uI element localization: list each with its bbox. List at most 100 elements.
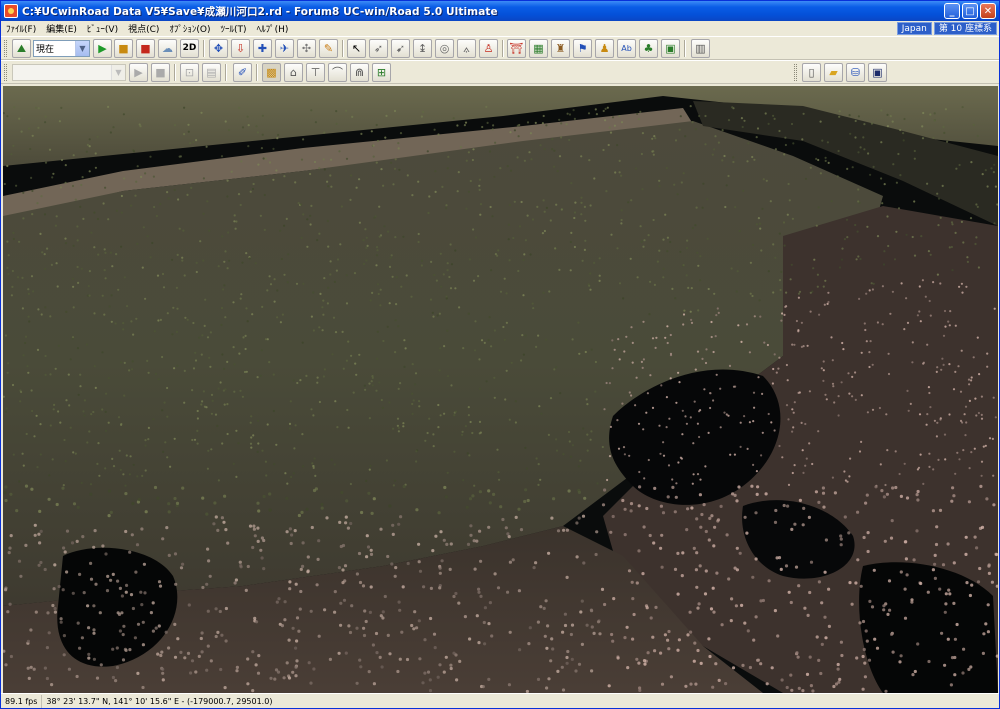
point-cloud-point (301, 433, 304, 436)
point-cloud-point (491, 128, 494, 131)
point-cloud-point (547, 433, 551, 436)
point-cloud-point (245, 252, 248, 255)
snapshot-icon[interactable]: ▤ (202, 63, 221, 82)
menu-help[interactable]: ﾍﾙﾌﾟ(H) (252, 22, 294, 35)
text-label-icon[interactable]: Ab (617, 39, 636, 58)
time-combo[interactable]: 現在 ▼ (33, 40, 90, 57)
panel-icon[interactable]: ▥ (691, 39, 710, 58)
point-cloud-point (161, 678, 165, 682)
coord-system-badge[interactable]: 第 10 座標系 (933, 22, 997, 35)
walk-icon[interactable]: ✣ (297, 39, 316, 58)
stop-traffic-icon[interactable]: ■ (136, 39, 155, 58)
point-cloud-point (103, 269, 106, 272)
edit-pencil-icon[interactable]: ✐ (233, 63, 252, 82)
weather-icon[interactable]: ☁ (158, 39, 177, 58)
add-object-icon[interactable]: ⊞ (372, 63, 391, 82)
chevron-down-icon[interactable]: ▼ (111, 65, 125, 80)
toolbar-grip[interactable] (4, 40, 7, 57)
point-cloud-point (89, 492, 93, 496)
point-cloud-point (772, 367, 775, 371)
point-cloud-point (756, 127, 760, 130)
open-folder-icon[interactable]: ▰ (824, 63, 843, 82)
close-button[interactable]: ✕ (980, 3, 996, 19)
traffic-light-icon[interactable]: ■ (114, 39, 133, 58)
fly-icon[interactable]: ✈ (275, 39, 294, 58)
point-cloud-point (689, 630, 693, 634)
3d-viewport[interactable] (3, 86, 998, 693)
bridge-icon[interactable]: ⌒ (328, 63, 347, 82)
menu-view[interactable]: ﾋﾞｭｰ(V) (82, 22, 123, 35)
minimize-button[interactable]: _ (944, 3, 960, 19)
toolbar-grip[interactable] (794, 64, 797, 81)
trees-icon[interactable]: ♣ (639, 39, 658, 58)
person-icon[interactable]: ♙ (479, 39, 498, 58)
database-icon[interactable]: ⛁ (846, 63, 865, 82)
menu-tools[interactable]: ﾂｰﾙ(T) (216, 22, 252, 35)
save-icon[interactable]: ▣ (868, 63, 887, 82)
point-cloud-point (124, 492, 128, 496)
point-cloud-point (791, 408, 794, 411)
drive-icon[interactable]: ✎ (319, 39, 338, 58)
menu-camera[interactable]: 視点(C) (123, 22, 164, 35)
point-cloud-point (910, 600, 914, 604)
title-bar[interactable]: C:¥UCwinRoad Data V5¥Save¥成瀬川河口2.rd - Fo… (1, 1, 999, 21)
point-cloud-point (375, 254, 379, 257)
signs-icon[interactable]: ⚑ (573, 39, 592, 58)
road-logo-icon[interactable]: ⛰ (12, 39, 31, 58)
point-cloud-point (837, 414, 840, 417)
texture-icon[interactable]: ▣ (661, 39, 680, 58)
point-cloud-point (156, 274, 160, 277)
point-cloud-point (214, 634, 218, 639)
target-icon[interactable]: ◎ (435, 39, 454, 58)
point-cloud-point (335, 122, 338, 125)
new-file-icon[interactable]: ▯ (802, 63, 821, 82)
texture-select-icon[interactable]: ▩ (262, 63, 281, 82)
point-cloud-point (761, 392, 764, 395)
point-cloud-point (201, 334, 204, 337)
toolbar-grip[interactable] (4, 64, 7, 81)
scenario-combo[interactable]: ▼ (12, 64, 126, 81)
measure-icon[interactable]: ↨ (413, 39, 432, 58)
point-cloud-point (541, 232, 545, 235)
point-cloud-point (385, 459, 388, 462)
tunnel-icon[interactable]: ⋒ (350, 63, 369, 82)
point-cloud-point (364, 228, 367, 231)
pan-icon[interactable]: ✚ (253, 39, 272, 58)
point-cloud-point (422, 110, 425, 113)
point-cloud-point (916, 642, 920, 646)
point-cloud-point (712, 399, 715, 402)
road-edit-icon[interactable]: ⛩ (507, 39, 526, 58)
terrain-grid-icon[interactable]: ▦ (529, 39, 548, 58)
stop-scenario-icon[interactable]: ■ (151, 63, 170, 82)
point-cloud-point (18, 117, 21, 120)
point-cloud-point (992, 171, 996, 174)
cross-section-icon[interactable]: ⌂ (284, 63, 303, 82)
intersection-icon[interactable]: ⊤ (306, 63, 325, 82)
menu-options[interactable]: ｵﾌﾟｼｮﾝ(O) (164, 22, 215, 35)
move-down-icon[interactable]: ⇩ (231, 39, 250, 58)
record-icon[interactable]: ⊡ (180, 63, 199, 82)
point-cloud-point (144, 469, 147, 472)
menu-file[interactable]: ﾌｧｲﾙ(F) (1, 22, 41, 35)
play-icon[interactable]: ▶ (93, 39, 112, 58)
point-cloud-point (388, 265, 392, 268)
play-scenario-icon[interactable]: ▶ (129, 63, 148, 82)
rotate-view-icon[interactable]: ✥ (209, 39, 228, 58)
point-cloud-point (405, 274, 408, 277)
model-icon[interactable]: ♜ (551, 39, 570, 58)
point-cloud-point (873, 637, 877, 641)
maximize-button[interactable]: □ (962, 3, 978, 19)
point-cloud-point (7, 362, 10, 365)
place-object-icon[interactable]: ➹ (391, 39, 410, 58)
edit-cursor-icon[interactable]: ➶ (369, 39, 388, 58)
people-icon[interactable]: ♟ (595, 39, 614, 58)
select-cursor-icon[interactable]: ↖ (347, 39, 366, 58)
point-cloud-point (250, 436, 253, 439)
view-2d-button[interactable]: 2D (180, 39, 199, 58)
chevron-down-icon[interactable]: ▼ (75, 41, 89, 56)
point-cloud-point (442, 273, 445, 276)
region-badge[interactable]: Japan (896, 22, 932, 35)
menu-edit[interactable]: 編集(E) (41, 22, 82, 35)
compass-icon[interactable]: ⟑ (457, 39, 476, 58)
point-cloud-point (187, 603, 191, 607)
